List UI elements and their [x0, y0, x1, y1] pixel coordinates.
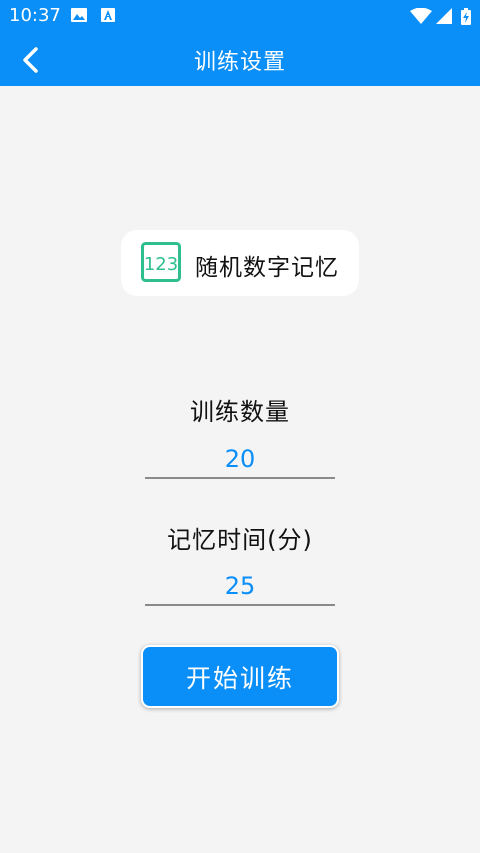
count-label: 训练数量 — [190, 398, 290, 426]
status-time: 10:37 — [9, 5, 61, 26]
wifi-icon — [410, 8, 432, 24]
mode-label: 随机数字记忆 — [195, 255, 339, 281]
start-training-button[interactable]: 开始训练 — [141, 645, 339, 708]
number-123-icon: 123 — [141, 242, 181, 282]
time-label: 记忆时间(分) — [167, 526, 313, 554]
count-input[interactable] — [145, 441, 335, 479]
status-bar: 10:37 — [0, 0, 480, 32]
signal-icon — [436, 8, 452, 24]
time-input[interactable] — [145, 568, 335, 606]
image-icon — [71, 8, 87, 22]
a-icon — [101, 8, 115, 22]
battery-icon — [461, 8, 471, 25]
training-mode-card: 123 随机数字记忆 — [121, 230, 359, 296]
app-toolbar: 训练设置 — [0, 32, 480, 86]
mode-icon-text: 123 — [144, 254, 178, 275]
page-title: 训练设置 — [193, 50, 286, 75]
